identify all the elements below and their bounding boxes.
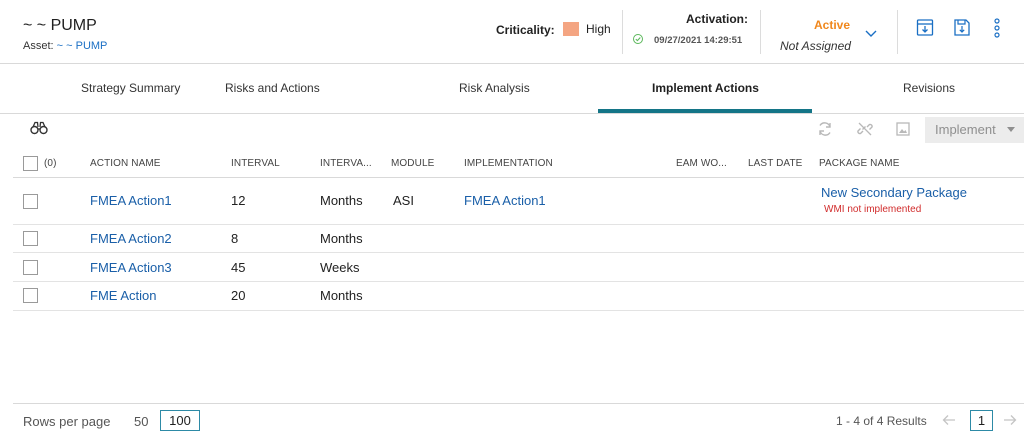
criticality-swatch [563, 22, 579, 36]
check-circle-icon [633, 34, 643, 44]
package-name-link[interactable]: New Secondary Package [821, 185, 967, 200]
unlink-icon[interactable] [856, 120, 874, 138]
tab-strategy-summary[interactable]: Strategy Summary [81, 81, 180, 95]
column-header[interactable]: EAM WO... [676, 158, 727, 169]
warning-text: WMI not implemented [824, 204, 922, 215]
interval-cell: 8 [231, 231, 239, 246]
more-vertical-icon[interactable] [987, 17, 1007, 39]
download-icon[interactable] [915, 17, 935, 39]
interval-cell: 20 [231, 288, 246, 303]
module-cell: ASI [393, 193, 414, 208]
caret-down-icon [1007, 127, 1015, 132]
rows-per-page-label: Rows per page [23, 414, 111, 429]
action-name-link[interactable]: FMEA Action3 [90, 260, 172, 275]
table-row[interactable]: FME Action 20 Months [13, 282, 1024, 311]
results-count: 1 - 4 of 4 Results [836, 414, 927, 428]
column-header[interactable]: IMPLEMENTATION [464, 158, 553, 169]
table-row[interactable]: FMEA Action1 12 Months ASI FMEA Action1 … [13, 179, 1024, 225]
interval-cell: 12 [231, 193, 246, 208]
row-checkbox[interactable] [23, 194, 38, 209]
page-header: ~ ~ PUMP Asset: ~ ~ PUMP Criticality: Hi… [0, 0, 1024, 64]
header-divider [760, 10, 761, 54]
header-divider [897, 10, 898, 54]
implementation-link[interactable]: FMEA Action1 [464, 193, 546, 208]
current-page[interactable]: 1 [970, 410, 993, 431]
next-page-icon[interactable] [1003, 414, 1017, 426]
previous-page-icon[interactable] [942, 414, 956, 426]
column-header[interactable]: ACTION NAME [90, 158, 161, 169]
interval-unit-cell: Months [320, 288, 363, 303]
page-title: ~ ~ PUMP [23, 17, 97, 34]
table-row[interactable]: FMEA Action2 8 Months [13, 225, 1024, 253]
asset-line: Asset: ~ ~ PUMP [23, 40, 107, 52]
action-name-link[interactable]: FME Action [90, 288, 156, 303]
image-icon[interactable] [895, 121, 911, 137]
asset-label: Asset: [23, 40, 54, 52]
select-all-checkbox[interactable] [23, 156, 38, 171]
interval-unit-cell: Months [320, 193, 363, 208]
binoculars-icon[interactable] [30, 121, 48, 135]
page-size-option-selected[interactable]: 100 [160, 410, 200, 431]
selected-count: (0) [44, 158, 57, 169]
tab-revisions[interactable]: Revisions [903, 81, 955, 95]
assignment-status: Not Assigned [780, 39, 851, 53]
criticality-label: Criticality: [496, 23, 555, 37]
chevron-down-icon[interactable] [862, 24, 880, 42]
tab-bar: Strategy Summary Risks and Actions Risk … [0, 65, 1024, 114]
activation-date: 09/27/2021 14:29:51 [654, 35, 743, 46]
column-header[interactable]: INTERVAL [231, 158, 280, 169]
active-tab-indicator [598, 109, 812, 113]
header-divider [622, 10, 623, 54]
interval-unit-cell: Weeks [320, 260, 360, 275]
action-name-link[interactable]: FMEA Action2 [90, 231, 172, 246]
column-header[interactable]: INTERVA... [320, 158, 372, 169]
activation-label: Activation: [686, 12, 749, 26]
status-badge: Active [814, 18, 851, 32]
grid-footer: Rows per page 50 100 1 - 4 of 4 Results … [13, 403, 1024, 431]
criticality-value: High [586, 22, 611, 36]
implement-label: Implement [935, 122, 996, 137]
interval-unit-cell: Months [320, 231, 363, 246]
asset-link[interactable]: ~ ~ PUMP [57, 40, 108, 52]
table-row[interactable]: FMEA Action3 45 Weeks [13, 253, 1024, 282]
action-name-link[interactable]: FMEA Action1 [90, 193, 172, 208]
column-header[interactable]: LAST DATE [748, 158, 802, 169]
implement-button[interactable]: Implement [925, 117, 1024, 143]
row-checkbox[interactable] [23, 288, 38, 303]
row-checkbox[interactable] [23, 231, 38, 246]
refresh-icon[interactable] [816, 120, 834, 138]
column-header[interactable]: MODULE [391, 158, 434, 169]
page-size-option[interactable]: 50 [134, 414, 148, 429]
warning-message: WMI not implemented [821, 204, 921, 215]
column-header[interactable]: PACKAGE NAME [819, 158, 899, 169]
interval-cell: 45 [231, 260, 246, 275]
save-icon[interactable] [952, 17, 972, 39]
tab-risk-analysis[interactable]: Risk Analysis [459, 81, 530, 95]
grid-header: (0) ACTION NAME INTERVAL INTERVA... MODU… [13, 148, 1024, 178]
tab-risks-and-actions[interactable]: Risks and Actions [225, 81, 320, 95]
row-checkbox[interactable] [23, 260, 38, 275]
tab-implement-actions[interactable]: Implement Actions [652, 81, 759, 95]
